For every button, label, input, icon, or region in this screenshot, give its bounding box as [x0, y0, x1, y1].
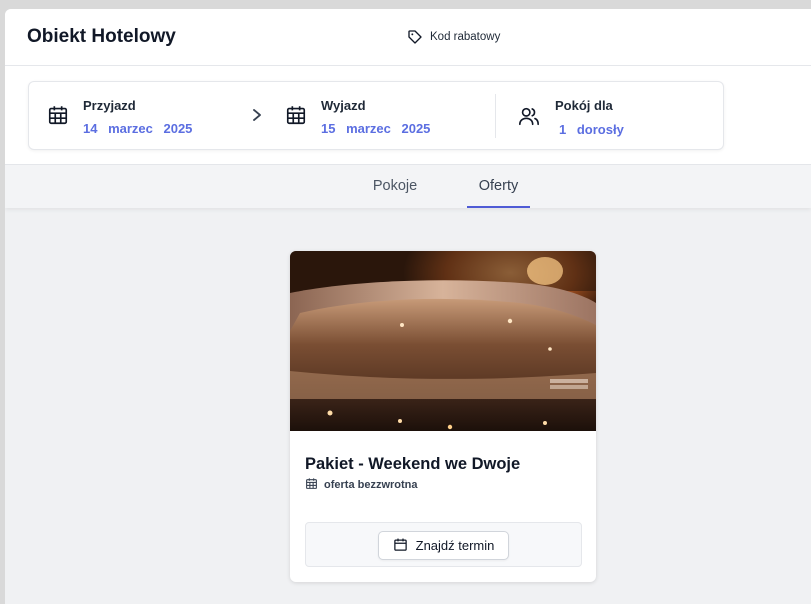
brand-title: Obiekt Hotelowy: [27, 26, 176, 47]
arrival-date-field[interactable]: Przyjazd 14 marzec 2025: [47, 82, 227, 149]
chevron-right-icon: [251, 108, 263, 127]
departure-label: Wyjazd: [321, 98, 366, 113]
offer-card: Pakiet - Weekend we Dwoje oferta bezzwro…: [290, 251, 596, 582]
top-bar: Obiekt Hotelowy Kod rabatowy: [5, 9, 811, 66]
guests-label: Pokój dla: [555, 98, 613, 113]
departure-date-field[interactable]: Wyjazd 15 marzec 2025: [285, 82, 465, 149]
arrival-value: 14 marzec 2025: [83, 121, 193, 136]
tab-bar: Pokoje Oferty: [5, 165, 811, 208]
arrival-label: Przyjazd: [83, 98, 136, 113]
booking-search-box: Przyjazd 14 marzec 2025 Wyjazd 15 marzec…: [28, 81, 724, 150]
find-date-button[interactable]: Znajdź termin: [378, 531, 509, 560]
calendar-icon: [305, 477, 318, 493]
offer-image[interactable]: [290, 251, 596, 431]
guests-field[interactable]: Pokój dla 1 dorosły: [518, 82, 698, 149]
tab-offers[interactable]: Oferty: [467, 165, 530, 208]
calendar-icon: [285, 104, 307, 131]
calendar-icon: [47, 104, 69, 131]
promo-code-button[interactable]: Kod rabatowy: [407, 29, 500, 45]
tag-icon: [407, 29, 423, 45]
find-date-label: Znajdź termin: [415, 538, 495, 553]
users-icon: [518, 105, 540, 132]
guests-value: 1 dorosły: [559, 122, 624, 137]
promo-code-label: Kod rabatowy: [430, 31, 501, 43]
tab-rooms[interactable]: Pokoje: [361, 165, 429, 208]
app-window: Obiekt Hotelowy Kod rabatowy Przyjazd 14…: [5, 9, 811, 604]
offer-title: Pakiet - Weekend we Dwoje: [305, 455, 521, 473]
search-band: Przyjazd 14 marzec 2025 Wyjazd 15 marzec…: [5, 66, 811, 165]
offer-footer: Znajdź termin: [305, 522, 582, 567]
offer-subtitle: oferta bezzwrotna: [324, 479, 418, 491]
departure-value: 15 marzec 2025: [321, 121, 431, 136]
calendar-icon: [393, 537, 408, 555]
offer-subtitle-row: oferta bezzwrotna: [305, 477, 418, 493]
field-divider: [495, 94, 496, 138]
